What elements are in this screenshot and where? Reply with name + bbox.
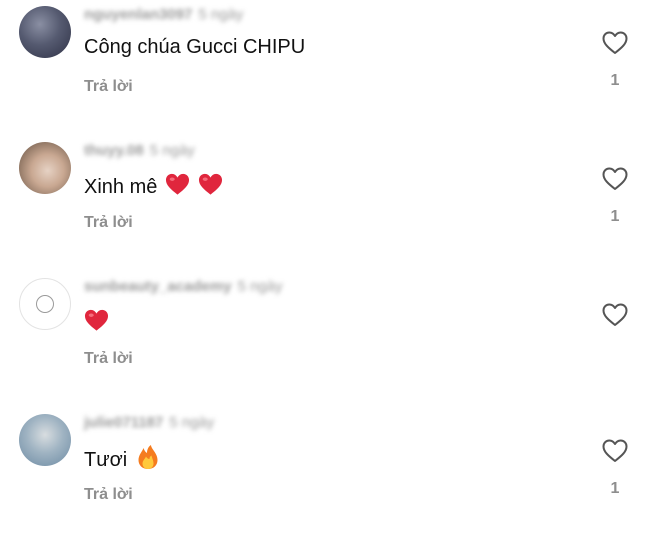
brand-logo-icon <box>36 295 54 313</box>
comment-text: Xinh mê <box>84 172 223 199</box>
reply-button[interactable]: Trả lời <box>84 350 133 368</box>
comment-time: 5 ngày <box>149 142 195 159</box>
comment-username[interactable]: sunbeauty_academy 5 ngày <box>84 278 283 295</box>
username-text: julie071187 <box>84 414 164 431</box>
comment-text: Công chúa Gucci CHIPU <box>84 36 305 59</box>
comment-body: Xinh mê <box>84 176 158 198</box>
comment-body: Tươi <box>84 449 128 471</box>
username-text: thuyy.08 <box>84 142 144 159</box>
comment-item: thuyy.08 5 ngày Xinh mê Trả lời 1 <box>0 136 660 272</box>
reply-button[interactable]: Trả lời <box>84 486 133 504</box>
comment-time: 5 ngày <box>237 278 283 295</box>
reply-button[interactable]: Trả lời <box>84 214 133 232</box>
comment-username[interactable]: thuyy.08 5 ngày <box>84 142 195 159</box>
like-count: 1 <box>610 480 620 497</box>
heart-outline-icon[interactable] <box>602 439 628 463</box>
comment-item: julie071187 5 ngày Tươi Trả lời 1 <box>0 408 660 544</box>
comment-username[interactable]: nguyenlan3097 5 ngày <box>84 6 243 23</box>
heart-outline-icon[interactable] <box>602 31 628 55</box>
comment-item: nguyenlan3097 5 ngày Công chúa Gucci CHIP… <box>0 0 660 136</box>
heart-outline-icon[interactable] <box>602 303 628 327</box>
comment-text <box>84 308 109 335</box>
heart-outline-icon[interactable] <box>602 167 628 191</box>
comment-username[interactable]: julie071187 5 ngày <box>84 414 214 431</box>
avatar[interactable] <box>19 278 71 330</box>
red-heart-emoji <box>165 173 189 195</box>
fire-emoji <box>138 445 158 469</box>
comment-time: 5 ngày <box>198 6 244 23</box>
avatar[interactable] <box>19 414 71 466</box>
comment-time: 5 ngày <box>169 414 215 431</box>
like-count: 1 <box>610 72 620 89</box>
comment-body: Công chúa Gucci CHIPU <box>84 36 306 58</box>
red-heart-emoji <box>84 309 109 331</box>
username-text: nguyenlan3097 <box>84 6 193 23</box>
like-count: 1 <box>610 208 620 225</box>
reply-button[interactable]: Trả lời <box>84 78 133 96</box>
username-text: sunbeauty_academy <box>84 278 232 295</box>
comment-text: Tươi <box>84 444 159 472</box>
avatar[interactable] <box>19 6 71 58</box>
avatar[interactable] <box>19 142 71 194</box>
comment-item: sunbeauty_academy 5 ngày Trả lời <box>0 272 660 408</box>
red-heart-emoji <box>198 173 222 195</box>
